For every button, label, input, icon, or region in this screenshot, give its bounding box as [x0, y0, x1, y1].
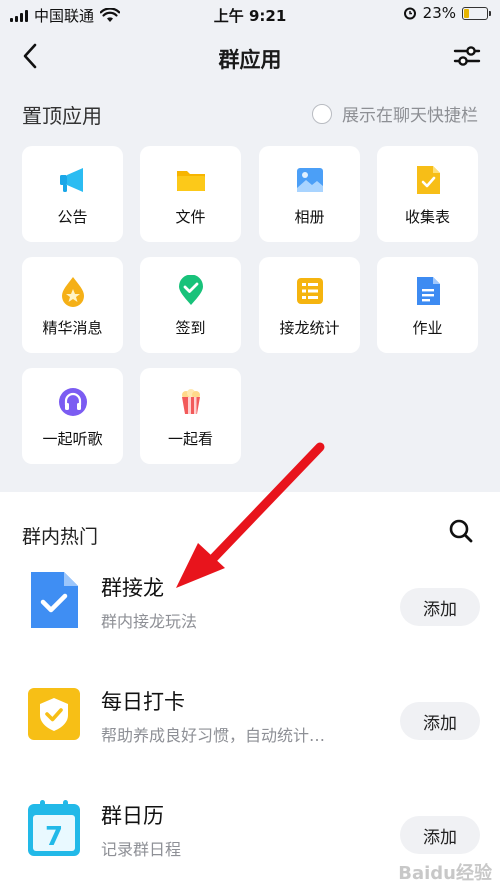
- app-tile-form[interactable]: 收集表: [377, 146, 478, 242]
- photo-album-icon: [296, 168, 323, 192]
- app-label: 文件: [175, 208, 206, 226]
- app-tile-check-in[interactable]: 签到: [140, 257, 241, 353]
- app-label: 一起听歌: [42, 430, 103, 448]
- app-label: 作业: [412, 319, 443, 337]
- add-button[interactable]: 添加: [400, 702, 480, 740]
- nav-bar: 群应用: [0, 30, 500, 82]
- item-description: 记录群日程: [101, 840, 182, 859]
- app-tile-listen-together[interactable]: 一起听歌: [22, 368, 123, 464]
- relay-doc-icon: [31, 572, 78, 628]
- page-title: 群应用: [218, 48, 282, 72]
- megaphone-icon: [59, 168, 83, 192]
- popcorn-icon: [181, 389, 200, 414]
- battery-icon: [462, 6, 491, 20]
- calendar-day: 7: [45, 822, 63, 852]
- essence-drop-icon: [61, 277, 84, 307]
- form-icon: [416, 166, 440, 194]
- app-label: 签到: [175, 319, 206, 337]
- add-button[interactable]: 添加: [400, 816, 480, 854]
- item-name: 群日历: [101, 804, 164, 828]
- calendar-icon: 7: [28, 800, 80, 856]
- app-tile-files[interactable]: 文件: [140, 146, 241, 242]
- hot-item-group-relay[interactable]: 群接龙 群内接龙玩法 添加: [0, 570, 500, 660]
- relay-stats-icon: [296, 278, 323, 304]
- app-label: 相册: [294, 208, 325, 226]
- homework-doc-icon: [416, 277, 440, 305]
- radio-circle-icon[interactable]: [312, 103, 332, 124]
- alarm-icon: [403, 7, 416, 20]
- add-button[interactable]: 添加: [400, 588, 480, 626]
- watermark: Baidu经验: [398, 863, 492, 884]
- folder-icon: [176, 171, 205, 191]
- app-label: 公告: [57, 208, 88, 226]
- item-description: 群内接龙玩法: [101, 612, 198, 631]
- app-tile-relay-stats[interactable]: 接龙统计: [259, 257, 360, 353]
- pinned-apps-title: 置顶应用: [22, 104, 102, 128]
- app-label: 接龙统计: [279, 319, 340, 337]
- app-tile-announcement[interactable]: 公告: [22, 146, 123, 242]
- app-label: 收集表: [404, 208, 450, 226]
- app-tile-watch-together[interactable]: 一起看: [140, 368, 241, 464]
- hot-section-title: 群内热门: [22, 526, 99, 548]
- settings-sliders-icon[interactable]: [452, 42, 482, 70]
- item-description: 帮助养成良好习惯，自动统计…: [101, 726, 326, 745]
- app-tile-album[interactable]: 相册: [259, 146, 360, 242]
- app-tile-homework[interactable]: 作业: [377, 257, 478, 353]
- show-in-chat-toggle[interactable]: 展示在聊天快捷栏: [312, 101, 478, 126]
- search-icon[interactable]: [448, 518, 474, 544]
- show-in-chat-label: 展示在聊天快捷栏: [342, 106, 478, 126]
- check-in-pin-icon: [178, 275, 203, 305]
- headphones-icon: [58, 388, 87, 416]
- status-bar: 中国联通 上午 9:21 23%: [0, 0, 500, 28]
- app-label: 精华消息: [42, 319, 103, 337]
- daily-checkin-icon: [28, 688, 80, 740]
- app-label: 一起看: [167, 430, 213, 448]
- item-name: 群接龙: [101, 576, 164, 600]
- app-tile-essence[interactable]: 精华消息: [22, 257, 123, 353]
- hot-item-daily-checkin[interactable]: 每日打卡 帮助养成良好习惯，自动统计… 添加: [0, 684, 500, 774]
- item-name: 每日打卡: [101, 690, 185, 714]
- battery-percent: 23%: [422, 4, 456, 22]
